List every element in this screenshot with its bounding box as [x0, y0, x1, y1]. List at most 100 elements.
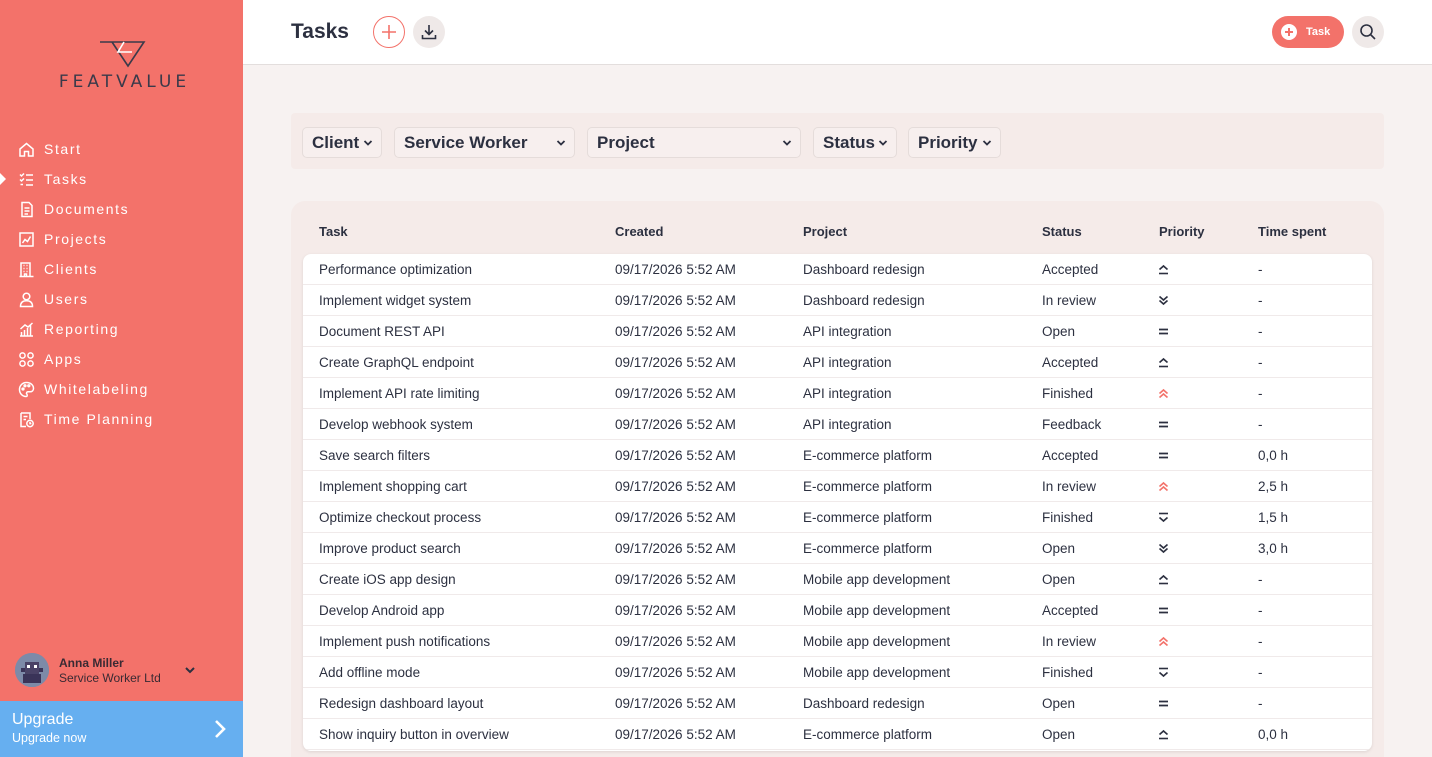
- cell-task[interactable]: Develop webhook system: [319, 417, 473, 432]
- table-body: Performance optimization 09/17/2026 5:52 …: [303, 254, 1372, 751]
- sidebar-item-label: Start: [44, 141, 82, 157]
- cell-time-spent: -: [1258, 324, 1263, 339]
- sidebar-item-users[interactable]: Users: [0, 284, 243, 314]
- upgrade-button[interactable]: Upgrade Upgrade now: [0, 701, 243, 757]
- cell-created: 09/17/2026 5:52 AM: [615, 386, 736, 401]
- sidebar-item-apps[interactable]: Apps: [0, 344, 243, 374]
- table-row[interactable]: Add offline mode 09/17/2026 5:52 AM Mobile…: [303, 657, 1372, 688]
- cell-project: E-commerce platform: [803, 727, 933, 742]
- column-header-status[interactable]: Status: [1042, 224, 1082, 239]
- column-header-task[interactable]: Task: [319, 224, 348, 239]
- sidebar-item-clients[interactable]: Clients: [0, 254, 243, 284]
- column-header-priority[interactable]: Priority: [1159, 224, 1205, 239]
- tasks-icon: [17, 170, 36, 189]
- cell-task[interactable]: Performance optimization: [319, 262, 472, 277]
- cell-project: API integration: [803, 386, 892, 401]
- column-header-project[interactable]: Project: [803, 224, 847, 239]
- filter-label: Client: [312, 132, 360, 152]
- cell-task[interactable]: Improve product search: [319, 541, 461, 556]
- cell-task[interactable]: Redesign dashboard layout: [319, 696, 483, 711]
- cell-project: E-commerce platform: [803, 541, 933, 556]
- cell-time-spent: -: [1258, 572, 1263, 587]
- cell-created: 09/17/2026 5:52 AM: [615, 727, 736, 742]
- cell-project: API integration: [803, 324, 892, 339]
- logo[interactable]: FEATVALUE: [0, 40, 243, 92]
- cell-project: Dashboard redesign: [803, 262, 925, 277]
- cell-created: 09/17/2026 5:52 AM: [615, 572, 736, 587]
- sidebar-item-reporting[interactable]: Reporting: [0, 314, 243, 344]
- cell-task[interactable]: Implement push notifications: [319, 634, 490, 649]
- priority-medium-icon: [1159, 700, 1168, 707]
- download-button[interactable]: [413, 16, 445, 48]
- filter-status[interactable]: Status: [813, 127, 897, 158]
- filter-service-worker[interactable]: Service Worker: [394, 127, 575, 158]
- table-row[interactable]: Implement push notifications 09/17/2026 5…: [303, 626, 1372, 657]
- sidebar-item-documents[interactable]: Documents: [0, 194, 243, 224]
- cell-task[interactable]: Save search filters: [319, 448, 430, 463]
- column-header-created[interactable]: Created: [615, 224, 663, 239]
- table-row[interactable]: Implement shopping cart 09/17/2026 5:52 A…: [303, 471, 1372, 502]
- table-row[interactable]: Create iOS app design 09/17/2026 5:52 AM M…: [303, 564, 1372, 595]
- table-row[interactable]: Implement API rate limiting 09/17/2026 5:…: [303, 378, 1372, 409]
- cell-task[interactable]: Implement API rate limiting: [319, 386, 480, 401]
- apps-icon: [17, 350, 36, 369]
- cell-time-spent: 1,5 h: [1258, 510, 1289, 525]
- table-row[interactable]: Redesign dashboard layout 09/17/2026 5:52…: [303, 688, 1372, 719]
- cell-project: Mobile app development: [803, 603, 951, 618]
- table-row[interactable]: Improve product search 09/17/2026 5:52 AM…: [303, 533, 1372, 564]
- cell-task[interactable]: Implement shopping cart: [319, 479, 467, 494]
- table-row[interactable]: Implement widget system 09/17/2026 5:52 A…: [303, 285, 1372, 316]
- sidebar-item-start[interactable]: Start: [0, 134, 243, 164]
- table-row[interactable]: Document REST API 09/17/2026 5:52 AM API i…: [303, 316, 1372, 347]
- priority-highest-icon: [1158, 481, 1169, 492]
- cell-time-spent: -: [1258, 665, 1263, 680]
- users-icon: [17, 290, 36, 309]
- cell-project: Mobile app development: [803, 572, 951, 587]
- priority-highest-icon: [1158, 388, 1169, 399]
- cell-created: 09/17/2026 5:52 AM: [615, 324, 736, 339]
- filter-client[interactable]: Client: [302, 127, 382, 158]
- filter-project[interactable]: Project: [587, 127, 801, 158]
- cell-status: Finished: [1042, 665, 1094, 680]
- cell-task[interactable]: Optimize checkout process: [319, 510, 481, 525]
- table-row[interactable]: Show inquiry button in overview 09/17/202…: [303, 719, 1372, 750]
- filter-label: Status: [823, 132, 875, 152]
- add-task-button[interactable]: [373, 16, 405, 48]
- cell-time-spent: -: [1258, 293, 1263, 308]
- filter-label: Service Worker: [404, 132, 528, 152]
- chevron-down-icon[interactable]: [183, 663, 197, 677]
- cell-task[interactable]: Implement widget system: [319, 293, 471, 308]
- cell-task[interactable]: Add offline mode: [319, 665, 420, 680]
- priority-medium-icon: [1159, 452, 1168, 459]
- filter-priority[interactable]: Priority: [908, 127, 1001, 158]
- cell-status: Open: [1042, 727, 1076, 742]
- cell-time-spent: -: [1258, 603, 1263, 618]
- search-button[interactable]: [1352, 16, 1384, 48]
- sidebar-item-time-planning[interactable]: Time Planning: [0, 404, 243, 434]
- table-row[interactable]: Save search filters 09/17/2026 5:52 AM E-c…: [303, 440, 1372, 471]
- column-header-time-spent[interactable]: Time spent: [1258, 224, 1326, 239]
- sidebar-item-projects[interactable]: Projects: [0, 224, 243, 254]
- table-row[interactable]: Performance optimization 09/17/2026 5:52 …: [303, 254, 1372, 285]
- cell-task[interactable]: Create GraphQL endpoint: [319, 355, 474, 370]
- user-menu[interactable]: Anna Miller Service Worker Ltd: [15, 652, 235, 688]
- cell-status: Accepted: [1042, 448, 1099, 463]
- table-row[interactable]: Develop webhook system 09/17/2026 5:52 AM…: [303, 409, 1372, 440]
- priority-highest-icon: [1158, 636, 1169, 647]
- cell-task[interactable]: Document REST API: [319, 324, 445, 339]
- table-row[interactable]: Optimize checkout process 09/17/2026 5:52…: [303, 502, 1372, 533]
- page-title: Tasks: [291, 20, 349, 43]
- sidebar-item-whitelabeling[interactable]: Whitelabeling: [0, 374, 243, 404]
- new-task-button[interactable]: Task: [1272, 16, 1344, 48]
- documents-icon: [17, 200, 36, 219]
- cell-task[interactable]: Create iOS app design: [319, 572, 456, 587]
- cell-status: Accepted: [1042, 355, 1099, 370]
- logo-text: FEATVALUE: [58, 72, 191, 92]
- cell-task[interactable]: Show inquiry button in overview: [319, 727, 509, 742]
- cell-status: In review: [1042, 634, 1097, 649]
- table-row[interactable]: Develop Android app 09/17/2026 5:52 AM Mob…: [303, 595, 1372, 626]
- sidebar-item-tasks[interactable]: Tasks: [0, 164, 243, 194]
- cell-task[interactable]: Develop Android app: [319, 603, 444, 618]
- table-row[interactable]: Create GraphQL endpoint 09/17/2026 5:52 A…: [303, 347, 1372, 378]
- cell-status: Accepted: [1042, 262, 1099, 277]
